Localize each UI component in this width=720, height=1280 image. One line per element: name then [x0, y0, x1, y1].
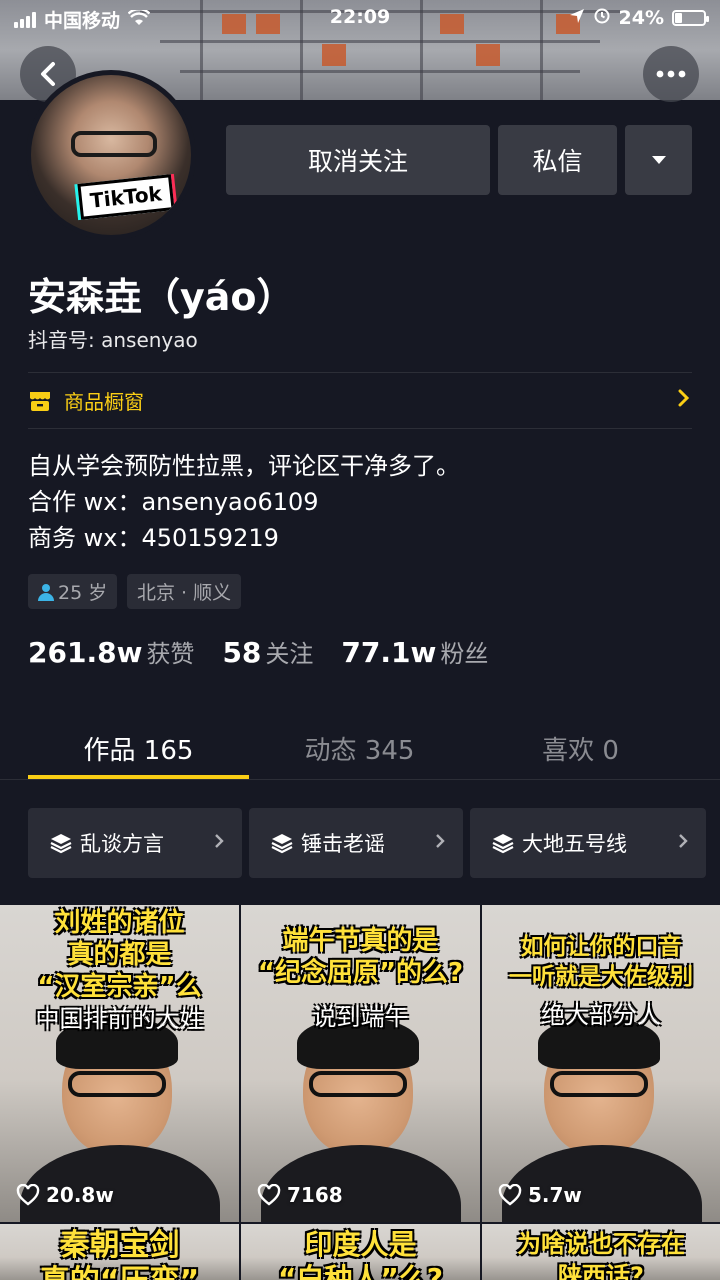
- message-button[interactable]: 私信: [498, 125, 617, 195]
- video-caption: “白种人”么?: [277, 1262, 444, 1280]
- person-icon: [38, 583, 54, 601]
- location-arrow-icon: [569, 7, 585, 29]
- content-tabs: 作品 165 动态 345 喜欢 0: [0, 710, 720, 780]
- video-caption: 端午节真的是: [282, 926, 439, 956]
- heart-icon: [257, 1184, 281, 1206]
- video-subtitle: 绝大部分人: [541, 1001, 661, 1029]
- battery-icon: [672, 9, 709, 26]
- battery-percent: 24%: [618, 6, 664, 29]
- video-caption: 如何让你的口音: [520, 934, 682, 960]
- video-caption: 真的“压弯”: [0, 1264, 239, 1280]
- video-likes: 20.8w: [16, 1183, 114, 1207]
- chevron-right-icon: [678, 830, 688, 854]
- video-thumbnail[interactable]: 刘姓的诸位 真的都是 “汉室宗亲”么 中国排前的大姓 20.8w: [0, 905, 239, 1222]
- video-caption: 秦朝宝剑: [59, 1228, 180, 1263]
- video-caption: 印度人是: [304, 1228, 417, 1261]
- bio: 自从学会预防性拉黑，评论区干净多了。 合作 wx：ansenyao6109 商务…: [28, 448, 460, 556]
- video-caption: “纪念屈原”的么?: [257, 958, 464, 988]
- avatar-logo-text: TikTok: [77, 174, 175, 220]
- unfollow-button[interactable]: 取消关注: [226, 125, 490, 195]
- bio-line: 自从学会预防性拉黑，评论区干净多了。: [28, 452, 460, 480]
- alarm-icon: [593, 6, 611, 29]
- fans-stat[interactable]: 77.1w 粉丝: [341, 634, 488, 669]
- video-subtitle: 中国排前的大姓: [35, 1005, 204, 1033]
- video-thumbnail[interactable]: 秦朝宝剑 真的“压弯”: [0, 1224, 239, 1280]
- layers-icon: [492, 834, 514, 854]
- divider: [28, 428, 692, 429]
- heart-icon: [16, 1184, 40, 1206]
- bio-line: 合作 wx：ansenyao6109: [28, 488, 319, 516]
- video-thumbnail[interactable]: 如何让你的口音 一听就是大佐级别 绝大部分人 5.7w: [482, 905, 720, 1222]
- layers-icon: [50, 834, 72, 854]
- location-tag: 北京 · 顺义: [127, 574, 242, 609]
- following-stat[interactable]: 58 关注: [222, 634, 313, 669]
- caret-down-icon: [651, 156, 666, 164]
- chevron-right-icon[interactable]: [678, 388, 690, 413]
- heart-icon: [498, 1184, 522, 1206]
- status-bar: 中国移动 22:09 24%: [0, 0, 720, 36]
- layers-icon: [271, 834, 293, 854]
- tab-likes[interactable]: 喜欢 0: [470, 730, 691, 767]
- video-likes: 7168: [257, 1183, 343, 1207]
- chevron-right-icon: [435, 830, 445, 854]
- avatar[interactable]: TikTok: [26, 70, 196, 240]
- video-thumbnail[interactable]: 印度人是 “白种人”么?: [241, 1224, 480, 1280]
- shop-label: 商品橱窗: [64, 390, 144, 414]
- more-button[interactable]: [643, 46, 699, 102]
- video-caption: 一听就是大佐级别: [509, 964, 693, 990]
- video-thumbnail[interactable]: 为啥说也不存在 陕西话?: [482, 1224, 720, 1280]
- video-caption: 陕西话?: [558, 1262, 644, 1280]
- video-likes: 5.7w: [498, 1183, 582, 1207]
- collection-item[interactable]: 乱谈方言: [28, 808, 242, 878]
- tab-dynamics[interactable]: 动态 345: [249, 730, 470, 767]
- age-tag: 25 岁: [28, 574, 118, 609]
- douyin-id: 抖音号: ansenyao: [28, 328, 198, 352]
- collection-item[interactable]: 锤击老谣: [249, 808, 463, 878]
- likes-stat: 261.8w 获赞: [28, 636, 195, 669]
- collection-item[interactable]: 大地五号线: [470, 808, 706, 878]
- video-caption: 真的都是: [67, 940, 172, 970]
- video-caption: 刘姓的诸位: [54, 908, 185, 938]
- more-dots-icon: [656, 70, 686, 78]
- chevron-right-icon: [214, 830, 224, 854]
- divider: [28, 372, 692, 373]
- video-caption: 为啥说也不存在: [517, 1230, 685, 1258]
- back-arrow-icon: [41, 62, 55, 86]
- video-subtitle: 说到端午: [312, 1003, 409, 1031]
- shop-icon: [30, 391, 50, 411]
- recommend-dropdown-button[interactable]: [625, 125, 692, 195]
- bio-line: 商务 wx：450159219: [28, 524, 279, 552]
- profile-stats: 261.8w 获赞 58 关注 77.1w 粉丝: [28, 634, 488, 669]
- tab-works[interactable]: 作品 165: [28, 730, 249, 767]
- shop-window-link[interactable]: 商品橱窗: [28, 386, 144, 415]
- video-thumbnail[interactable]: 端午节真的是 “纪念屈原”的么? 说到端午 7168: [241, 905, 480, 1222]
- active-tab-indicator: [28, 775, 249, 779]
- profile-name: 安森垚（yáo）: [28, 275, 295, 319]
